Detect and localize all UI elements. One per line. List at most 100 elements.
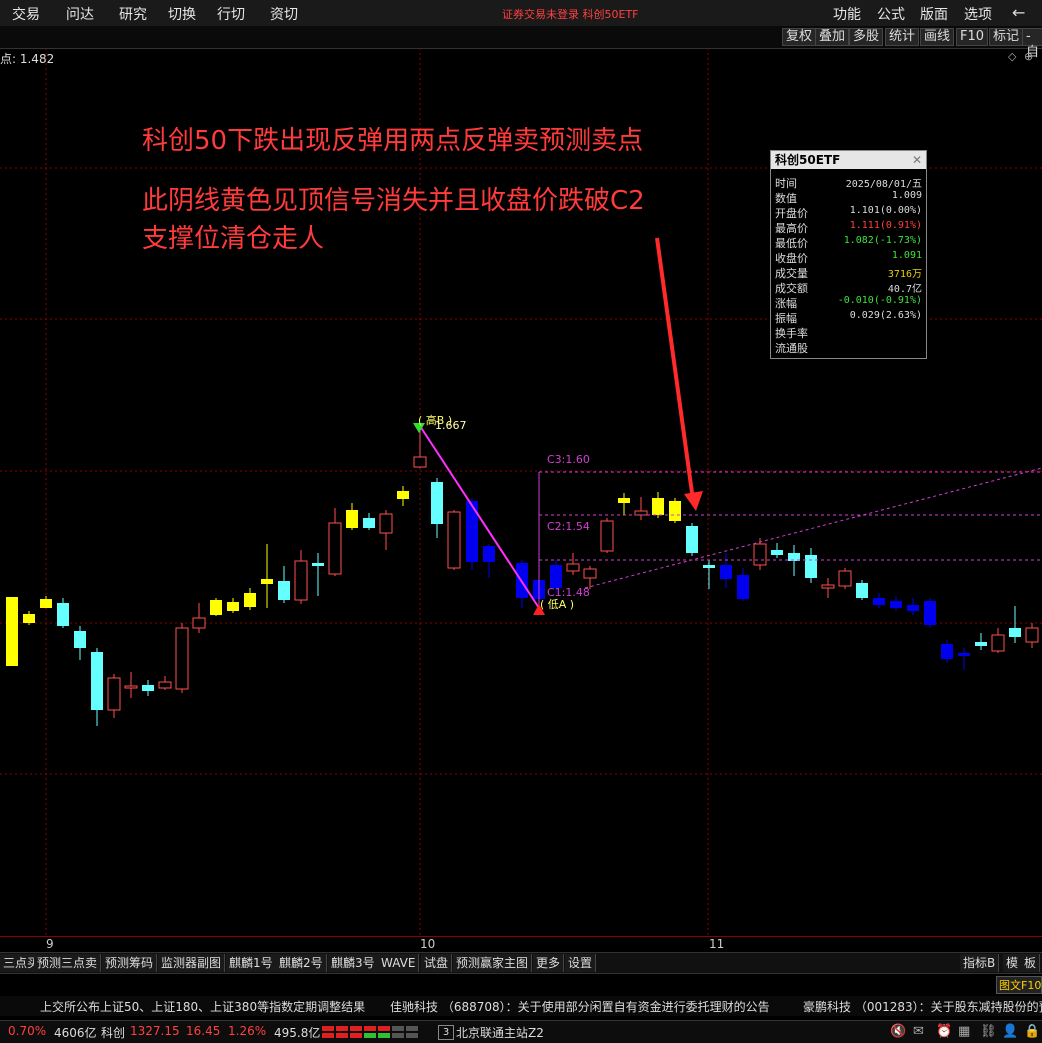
candle-body xyxy=(107,677,121,711)
tab-mo[interactable]: 模 xyxy=(1003,954,1023,972)
candle-body xyxy=(74,631,86,648)
btn-auto[interactable]: -自 xyxy=(1022,28,1042,60)
info-row: 开盘价 1.101(0.00%) xyxy=(771,205,926,220)
menu-trade[interactable]: 交易 xyxy=(12,4,40,24)
candle-body xyxy=(124,685,138,689)
news-ticker: 上交所公布上证50、上证180、上证380等指数定期调整结果 佳驰科技 （688… xyxy=(0,996,1042,1016)
btn-mark[interactable]: 标记 xyxy=(989,28,1024,46)
index1-amount: 4606亿 xyxy=(54,1026,97,1040)
f10-side-button[interactable]: 图文F10 xyxy=(996,976,1042,994)
candle-body xyxy=(856,583,868,598)
candle-body xyxy=(669,501,681,521)
mute-icon[interactable]: 🔇 xyxy=(890,1024,906,1039)
info-row: 成交量 3716万 xyxy=(771,265,926,280)
candle-body xyxy=(227,602,239,611)
info-row-value: 1.082(-1.73%) xyxy=(843,235,922,246)
user-icon[interactable]: 👤 xyxy=(1002,1024,1018,1039)
info-window-header[interactable]: 科创50ETF ✕ xyxy=(771,151,926,169)
btn-fuquan[interactable]: 复权 xyxy=(782,28,817,46)
btn-multi-stock[interactable]: 多股 xyxy=(849,28,884,46)
link-icon[interactable]: ⛓ xyxy=(980,1024,997,1039)
quote-info-window[interactable]: 科创50ETF ✕ 时间 2025/08/01/五 数值 1.009 开盘价 1.101(… xyxy=(770,150,927,359)
tab-jianceqi[interactable]: 监测器副图 xyxy=(158,954,226,972)
candle-body xyxy=(771,550,783,555)
tab-settings[interactable]: 设置 xyxy=(565,954,597,972)
menu-hangqie[interactable]: 行切 xyxy=(217,4,245,24)
tab-zhibiao-b[interactable]: 指标B xyxy=(960,954,1000,972)
candle-body xyxy=(634,510,648,516)
tab-more[interactable]: 更多 xyxy=(533,954,565,972)
close-icon[interactable]: ✕ xyxy=(912,151,922,169)
tab-shipan[interactable]: 试盘 xyxy=(421,954,453,972)
candle-body xyxy=(363,518,375,528)
candle-body xyxy=(618,498,630,503)
candles-group xyxy=(6,428,1039,726)
tab-qilin2[interactable]: 麒麟2号 xyxy=(276,954,327,972)
candle-body xyxy=(158,681,172,689)
info-row: 换手率 xyxy=(771,325,926,340)
alarm-icon[interactable]: ⏰ xyxy=(936,1024,952,1039)
info-row-label: 换手率 xyxy=(775,327,808,340)
c1-label: C1:1.48 xyxy=(547,586,590,599)
candle-body xyxy=(703,565,715,568)
btn-stats[interactable]: 统计 xyxy=(885,28,920,46)
candle-body xyxy=(278,581,290,600)
server-station[interactable]: 北京联通主站Z2 xyxy=(456,1024,544,1041)
tab-ban[interactable]: 板 xyxy=(1021,954,1041,972)
menu-function[interactable]: 功能 xyxy=(833,4,861,24)
tab-qilin1[interactable]: 麒麟1号 xyxy=(226,954,277,972)
mail-icon[interactable]: ✉ xyxy=(913,1024,924,1039)
candle-body xyxy=(821,584,835,589)
info-row-label: 振幅 xyxy=(775,312,797,325)
lock-icon[interactable]: 🔒 xyxy=(1024,1024,1040,1039)
menu-options[interactable]: 选项 xyxy=(964,4,992,24)
index1-change: 0.70% xyxy=(8,1024,47,1038)
news-item[interactable]: 佳驰科技 （688708）：关于使用部分闲置自有资金进行委托理财的公告 xyxy=(390,998,770,1015)
menu-formula[interactable]: 公式 xyxy=(877,4,905,24)
info-row: 最低价 1.082(-1.73%) xyxy=(771,235,926,250)
news-item[interactable]: 上交所公布上证50、上证180、上证380等指数定期调整结果 xyxy=(40,998,365,1015)
red-arrow-shaft xyxy=(655,237,695,501)
candle-body xyxy=(975,642,987,646)
red-arrow-head-icon xyxy=(684,491,703,511)
index2-name: 科创 xyxy=(101,1026,126,1040)
info-row-label: 最低价 xyxy=(775,237,808,250)
menu-wenda[interactable]: 问达 xyxy=(66,4,94,24)
candle-body xyxy=(991,634,1005,652)
overlay-lines xyxy=(413,237,1042,615)
menu-layout[interactable]: 版面 xyxy=(920,4,948,24)
tab-yuce-yingjia[interactable]: 预测赢家主图 xyxy=(453,954,533,972)
date-label: 9 xyxy=(46,937,54,951)
menu-research[interactable]: 研究 xyxy=(119,4,147,24)
tab-yuce-chouma[interactable]: 预测筹码 xyxy=(102,954,158,972)
menu-switch[interactable]: 切换 xyxy=(168,4,196,24)
tab-wave[interactable]: WAVE xyxy=(378,954,420,972)
candle-body xyxy=(210,600,222,615)
btn-draw-line[interactable]: 画线 xyxy=(920,28,955,46)
back-arrow-icon[interactable]: ← xyxy=(1012,3,1025,22)
candle-body xyxy=(57,603,69,626)
news-item[interactable]: 豪鹏科技 （001283）：关于股东减持股份的预 xyxy=(803,998,1042,1015)
info-row: 成交额 40.7亿 xyxy=(771,280,926,295)
annotation-line-1: 科创50下跌出现反弹用两点反弹卖预测卖点 xyxy=(142,126,644,156)
index2-amount: 495.8亿 xyxy=(274,1026,321,1040)
candle-body xyxy=(838,570,852,587)
candle-body xyxy=(720,565,732,579)
info-row-label: 成交额 xyxy=(775,282,808,295)
candle-body xyxy=(328,522,342,575)
tab-yuce-sandianmai[interactable]: 预测三点卖 xyxy=(34,954,102,972)
candle-body xyxy=(142,685,154,691)
btn-overlay[interactable]: 叠加 xyxy=(815,28,850,46)
candle-body xyxy=(192,617,206,629)
menu-ziqie[interactable]: 资切 xyxy=(270,4,298,24)
btn-f10[interactable]: F10 xyxy=(956,28,989,46)
grid-icon[interactable]: ▦ xyxy=(958,1024,970,1039)
index2-pct: 1.26% xyxy=(228,1024,267,1038)
tab-qilin3[interactable]: 麒麟3号 xyxy=(328,954,379,972)
candle-body xyxy=(686,526,698,553)
c2-label: C2:1.54 xyxy=(547,520,590,533)
candle-body xyxy=(40,599,52,608)
candle-body xyxy=(397,491,409,499)
candle-body xyxy=(550,565,562,588)
date-label: 10 xyxy=(420,937,436,951)
